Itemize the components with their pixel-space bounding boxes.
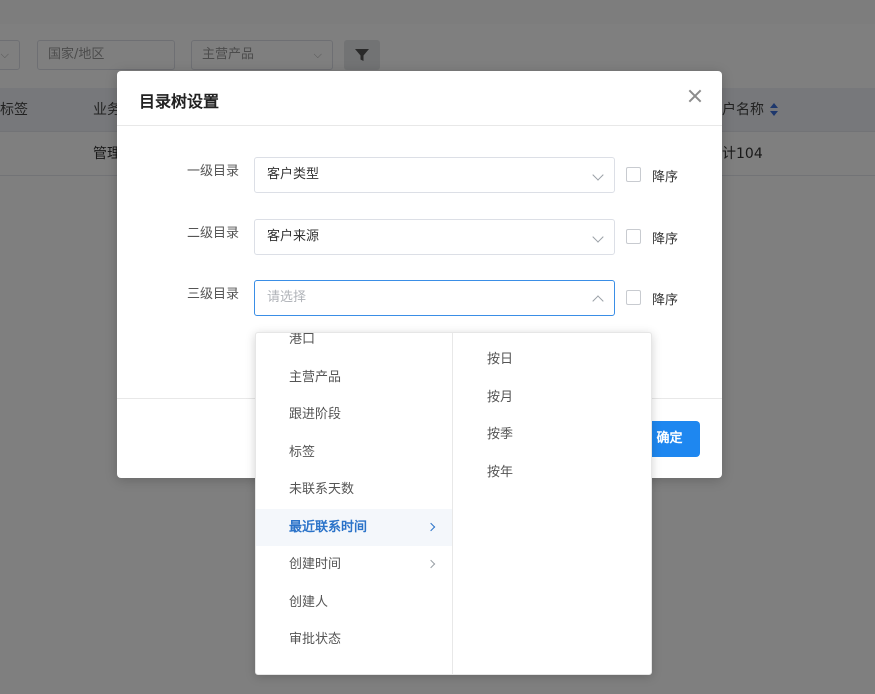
- level2-descending-checkbox[interactable]: [626, 229, 641, 244]
- cascader-panel-level1: 港口主营产品跟进阶段标签未联系天数最近联系时间 创建时间创建人审批状态: [256, 333, 453, 674]
- cascader-option[interactable]: 创建时间: [256, 546, 452, 583]
- cascader-option-label: 港口: [289, 333, 316, 347]
- level3-label: 三级目录: [187, 287, 240, 302]
- cascader-sub-option[interactable]: 按日: [454, 341, 651, 378]
- dialog-header: 目录树设置: [117, 71, 722, 126]
- level3-descending-checkbox[interactable]: [626, 290, 641, 305]
- dialog-title: 目录树设置: [139, 92, 220, 111]
- level3-select[interactable]: 请选择: [254, 280, 615, 316]
- cascader-option-label: 审批状态: [289, 632, 342, 647]
- level3-descending-label[interactable]: 降序: [652, 289, 678, 308]
- chevron-right-icon: [426, 559, 436, 569]
- cascader-dropdown: 港口 主营产品 跟进阶段 标签 未联系天数 最近联系时间 创建时间 创建人 审批状态 按日 按月按…: [255, 332, 652, 675]
- level2-value: 客户来源: [267, 229, 320, 244]
- cascader-option-label: 主营产品: [289, 369, 342, 385]
- cascader-option-label: 未联系天数: [289, 482, 355, 497]
- cascader-option-label: 创建时间: [289, 557, 342, 572]
- chevron-down-icon: [592, 231, 604, 243]
- close-icon[interactable]: [686, 87, 704, 105]
- level2-row: 二级目录 客户来源 降序: [117, 219, 722, 255]
- cascader-option[interactable]: 主营产品: [256, 359, 452, 396]
- cascader-option[interactable]: 港口: [256, 333, 452, 358]
- chevron-right-icon: [426, 522, 436, 531]
- level3-placeholder: 请选择: [267, 290, 307, 305]
- level2-label: 二级目录: [187, 226, 240, 241]
- cascader-option-label: 创建人: [289, 594, 329, 610]
- chevron-down-icon: [592, 169, 604, 181]
- cascader-option[interactable]: 创建人: [256, 584, 452, 621]
- level1-descending-checkbox[interactable]: [626, 167, 641, 182]
- level2-descending-label[interactable]: 降序: [652, 228, 678, 247]
- level1-descending-label[interactable]: 降序: [652, 166, 678, 185]
- level1-label: 一级目录: [187, 164, 240, 179]
- cascader-option-label: 最近联系时间: [289, 519, 368, 535]
- cascader-option[interactable]: 标签: [256, 434, 452, 471]
- cascader-panel-level2: 按日 按月 按季 按年: [454, 333, 651, 674]
- level1-value: 客户类型: [267, 167, 320, 182]
- cascader-option-label: 标签: [289, 444, 316, 460]
- cascader-option[interactable]: 未联系天数: [256, 471, 452, 508]
- level1-row: 一级目录 客户类型 降序: [117, 157, 722, 193]
- cascader-sub-option[interactable]: 按季: [454, 416, 651, 453]
- cascader-sub-option[interactable]: 按年: [454, 454, 651, 491]
- level3-row: 三级目录 请选择 降序: [117, 280, 722, 316]
- cascader-option[interactable]: 跟进阶段: [256, 396, 452, 433]
- cascader-option-label: 跟进阶段: [289, 407, 342, 422]
- level1-select[interactable]: 客户类型: [254, 157, 615, 193]
- cascader-option[interactable]: 最近联系时间: [256, 508, 452, 546]
- cascader-option[interactable]: 审批状态: [256, 621, 452, 658]
- level2-select[interactable]: 客户来源: [254, 219, 615, 255]
- cascader-sub-option[interactable]: 按月: [454, 379, 651, 416]
- chevron-up-icon: [592, 295, 604, 307]
